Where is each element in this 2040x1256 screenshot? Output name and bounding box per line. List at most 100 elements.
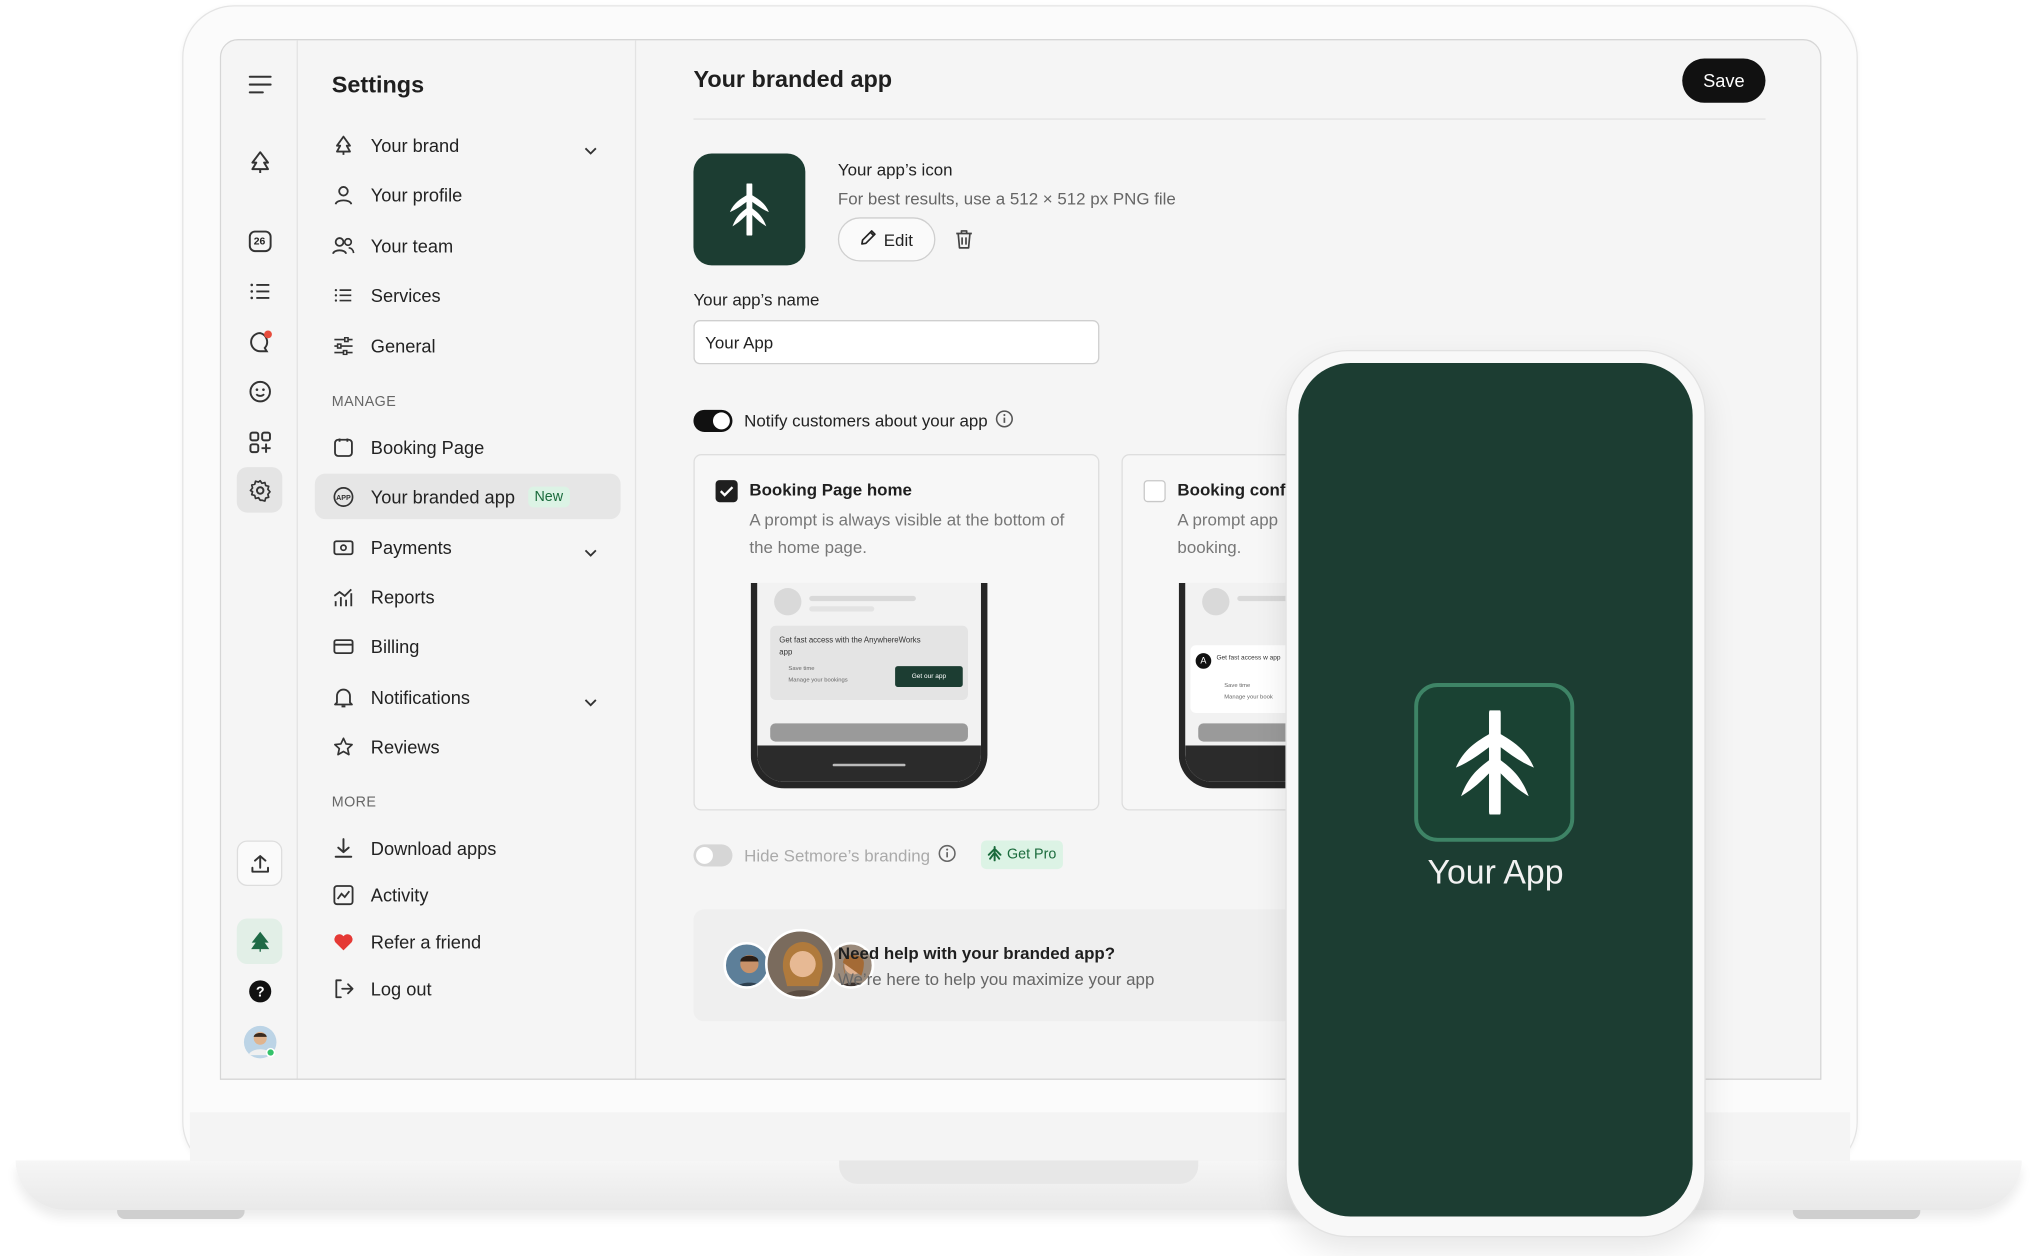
app-name-input[interactable] [693,320,1100,365]
preview-text: Get fast access with the AnywhereWorks a… [779,637,921,658]
sidebar-item-reports[interactable]: Reports [315,574,621,620]
help-icon[interactable]: ? [237,968,283,1014]
upload-icon[interactable] [236,840,283,886]
laptop-notch [839,1160,1199,1184]
preview-bullet: Manage your bookings [788,676,848,684]
payments-icon [332,535,355,558]
app-icon-hint: For best results, use a 512 × 512 px PNG… [837,188,1176,209]
chevron-down-icon [584,138,597,159]
heart-icon [332,930,355,953]
info-icon[interactable] [995,410,1014,432]
section-label-manage: MANAGE [331,394,397,410]
get-pro-badge[interactable]: Get Pro [980,840,1063,870]
hide-branding-label: Hide Setmore’s branding [744,845,931,866]
mini-phone-preview: Get fast access with the AnywhereWorks a… [750,582,988,789]
sidebar-item-your-team[interactable]: Your team [315,222,621,268]
checkbox-checked[interactable] [715,480,738,503]
apps-icon[interactable] [237,419,283,465]
edit-icon-button[interactable]: Edit [837,217,936,262]
section-label-more: MORE [331,794,377,811]
new-badge: New [527,485,570,507]
help-title: Need help with your branded app? [837,943,1116,963]
sidebar-item-label: Log out [370,977,432,999]
sidebar-item-label: Download apps [370,837,497,859]
download-icon [332,836,355,859]
sidebar-title: Settings [331,71,425,98]
settings-sidebar: Settings Your brand Your profile Your te… [297,40,637,1079]
card-description: A prompt app booking. [1177,509,1279,557]
logout-icon [332,976,355,999]
sidebar-item-your-brand[interactable]: Your brand [315,122,621,168]
star-icon [332,734,355,757]
sidebar-item-label: Reports [370,586,435,607]
checkbox-unchecked[interactable] [1143,480,1166,503]
trash-icon[interactable] [955,229,973,256]
preview-bullet: Save time [788,664,815,672]
sidebar-item-label: Services [370,284,441,306]
credit-card-icon [332,634,355,657]
team-icon [332,234,355,257]
brand-tree-icon [987,845,1002,865]
splash-app-name: Your App [1427,852,1564,892]
sidebar-item-log-out[interactable]: Log out [315,965,621,1011]
edit-label: Edit [883,229,913,250]
booking-page-icon [332,435,355,458]
laptop-foot [1792,1209,1921,1220]
sidebar-item-download-apps[interactable]: Download apps [315,825,621,871]
sidebar-item-label: Notifications [370,686,471,708]
preview-get-app-button: Get our app [895,666,963,687]
chevron-down-icon [584,540,597,561]
notify-label-row: Notify customers about your app [744,410,1014,432]
sidebar-item-booking-page[interactable]: Booking Page [315,424,621,470]
sidebar-item-services[interactable]: Services [315,272,621,318]
calendar-date: 26 [253,235,266,248]
card-title: Booking conf [1177,480,1286,500]
app-badge-icon: APP [332,485,355,508]
sidebar-item-activity[interactable]: Activity [315,872,621,918]
help-banner[interactable]: Need help with your branded app? We’re h… [693,909,1344,1022]
sidebar-item-label: Your team [370,234,454,256]
bell-icon [332,685,355,708]
sidebar-item-billing[interactable]: Billing [315,623,621,669]
person-icon [332,183,355,206]
calendar-icon[interactable]: 26 [237,217,283,263]
info-icon[interactable] [938,844,956,866]
sidebar-item-label: Reviews [370,735,440,757]
list-icon[interactable] [237,268,283,314]
support-avatar [723,941,771,989]
icon-rail: 26 ? [221,40,298,1079]
sidebar-item-payments[interactable]: Payments [315,524,621,570]
menu-icon[interactable] [237,61,283,107]
brand-tree-icon [332,133,355,156]
hide-branding-toggle[interactable] [693,844,733,867]
header-divider [693,118,1766,120]
activity-icon [332,883,355,906]
smiley-icon[interactable] [237,368,283,414]
prompt-card-booking-home[interactable]: Booking Page home A prompt is always vis… [693,454,1100,811]
preview-bullet: Manage your book [1224,693,1273,700]
sidebar-item-general[interactable]: General [315,323,621,369]
settings-gear-icon[interactable] [236,467,283,513]
sidebar-item-your-branded-app[interactable]: APP Your branded app New [314,473,621,520]
sidebar-item-label: Booking Page [370,436,485,458]
sidebar-item-label: Your profile [370,184,463,205]
sidebar-item-label: Your branded app [370,485,515,507]
brand-app-icon[interactable] [236,918,283,965]
app-icon-label: Your app’s icon [837,160,953,180]
pencil-icon [860,229,877,250]
brand-tree-icon[interactable] [237,139,283,185]
sidebar-item-refer-a-friend[interactable]: Refer a friend [315,919,621,965]
notify-toggle[interactable] [693,409,733,432]
user-avatar[interactable] [237,1019,283,1065]
brand-tree-icon [729,183,769,236]
sidebar-item-label: Your brand [370,134,460,156]
card-description: A prompt is always visible at the bottom… [749,509,1065,557]
sidebar-item-label: Billing [370,635,420,657]
save-button[interactable]: Save [1682,58,1766,103]
sidebar-item-notifications[interactable]: Notifications [315,674,621,720]
sidebar-item-reviews[interactable]: Reviews [315,723,621,769]
sidebar-item-your-profile[interactable]: Your profile [315,172,621,218]
card-title: Booking Page home [749,480,912,500]
reports-chart-icon [332,585,355,608]
chat-icon[interactable] [237,319,283,365]
